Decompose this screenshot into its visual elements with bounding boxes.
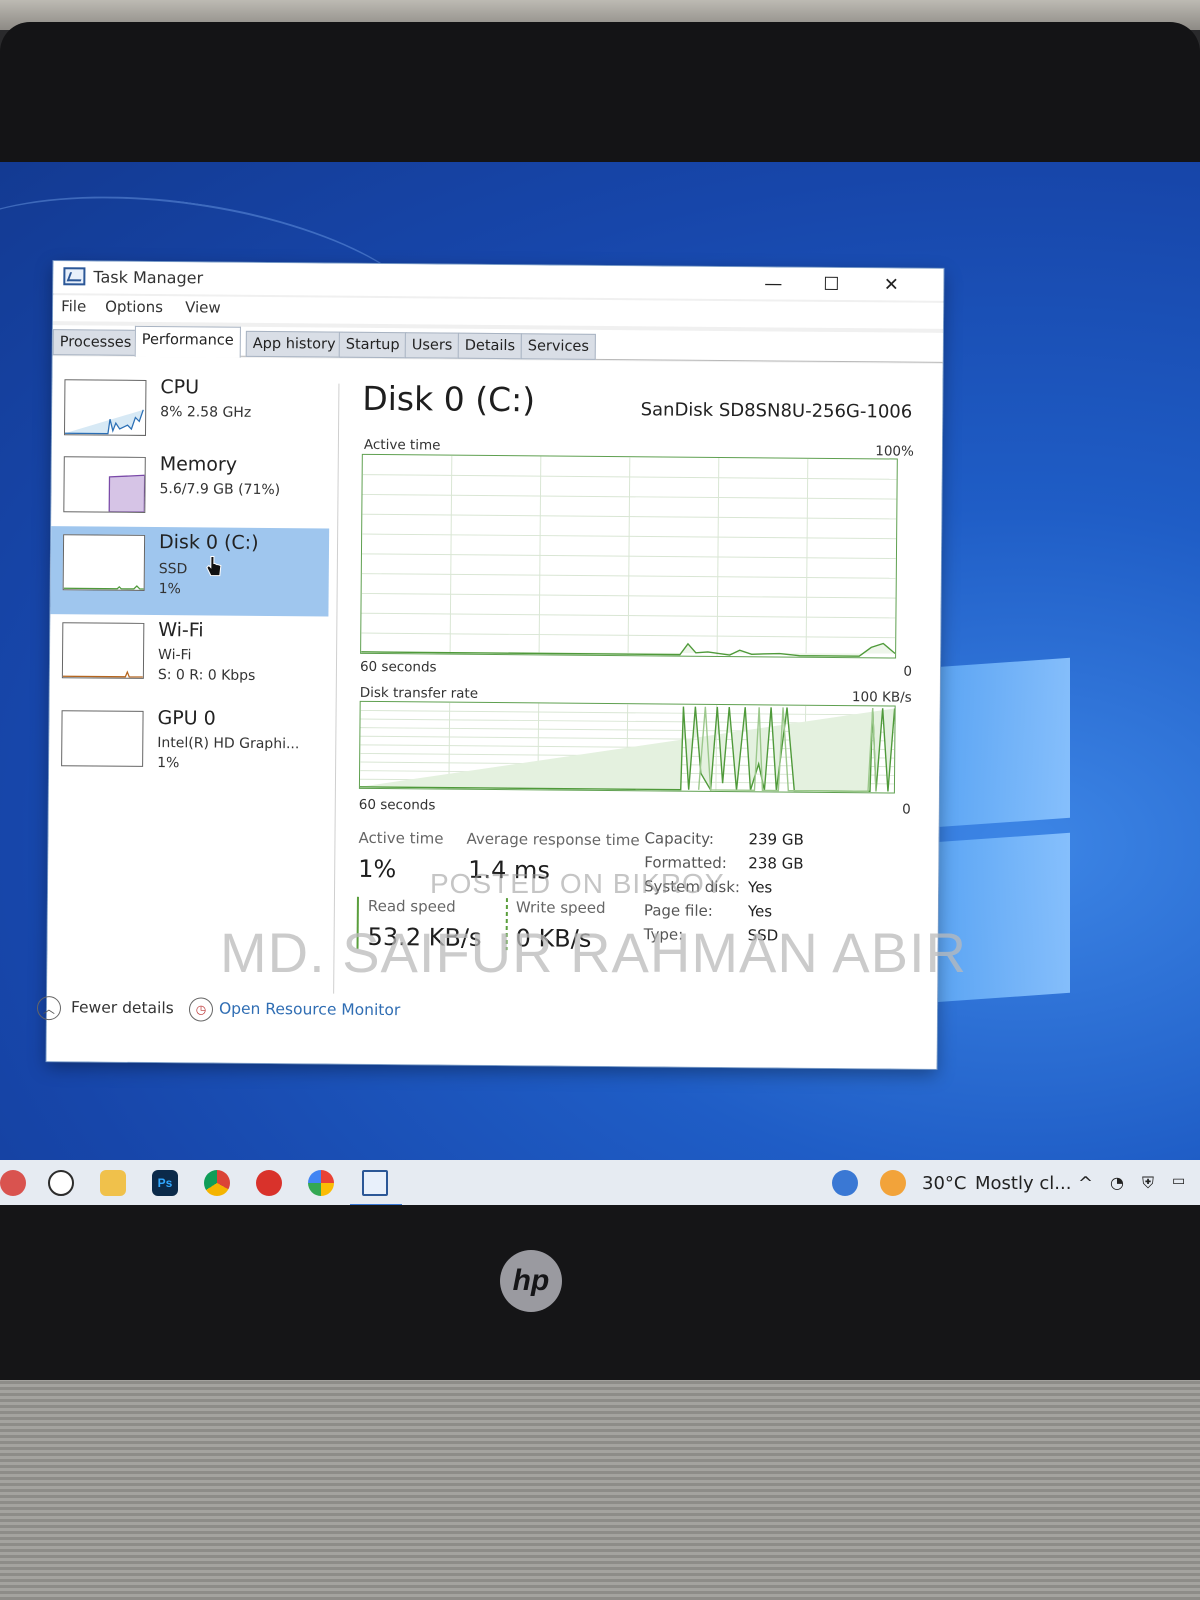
photoshop-icon[interactable]: Ps [152, 1170, 178, 1196]
active-time-label: Active time [358, 828, 444, 848]
active-time-graph-max: 100% [875, 443, 914, 460]
menu-view[interactable]: View [185, 298, 221, 316]
help-icon[interactable] [0, 1170, 26, 1196]
title-bar[interactable]: Task Manager — ☐ ✕ [53, 261, 944, 301]
tab-performance[interactable]: Performance [134, 325, 241, 358]
tab-startup[interactable]: Startup [338, 331, 407, 359]
sidebar-item-label: Wi-Fi [158, 619, 204, 642]
resource-monitor-icon: ◷ [188, 997, 214, 1022]
fewer-details-button[interactable]: Fewer details [71, 998, 174, 1017]
help-tray-icon[interactable] [832, 1170, 858, 1196]
sidebar-item-usage: 1% [158, 581, 181, 598]
tab-services[interactable]: Services [520, 333, 597, 360]
menu-file[interactable]: File [61, 297, 86, 315]
color-app-icon[interactable] [308, 1170, 334, 1196]
sidebar-item-wifi[interactable]: Wi-Fi Wi-Fi S: 0 R: 0 Kbps [50, 614, 329, 704]
page-file-value: Yes [747, 902, 773, 921]
screen-bezel-top [0, 22, 1200, 172]
response-time-label: Average response time [466, 829, 640, 850]
active-time-graph [360, 453, 898, 659]
sidebar-item-detail: Intel(R) HD Graphi... [157, 735, 300, 753]
window-title: Task Manager [93, 267, 204, 288]
write-speed-label: Write speed [515, 898, 606, 917]
taskbar: Ps 30°C Mostly cl... ^ ◔ ⛨ ▭ [0, 1160, 1200, 1208]
memory-thumbnail-graph [63, 456, 146, 513]
capacity-label: Capacity: [644, 829, 715, 848]
sidebar-item-detail: SSD [158, 561, 188, 578]
file-explorer-icon[interactable] [100, 1170, 126, 1196]
screen-bezel-bottom [0, 1205, 1200, 1380]
task-manager-icon[interactable] [362, 1170, 388, 1196]
laptop-speaker-grille [0, 1380, 1200, 1600]
transfer-rate-graph-max: 100 KB/s [851, 689, 912, 706]
maximize-button[interactable]: ☐ [805, 268, 857, 300]
disk-model: SanDisk SD8SN8U-256G-1006 [640, 399, 913, 423]
sidebar-item-detail: Wi-Fi [158, 647, 192, 664]
gpu-thumbnail-graph [61, 710, 144, 767]
hp-logo: hp [500, 1250, 562, 1312]
watermark-posted: POSTED ON BIKROY [430, 868, 725, 899]
page-file-label: Page file: [643, 901, 713, 920]
sidebar-item-label: CPU [160, 376, 200, 399]
tab-users[interactable]: Users [404, 332, 460, 359]
weather-description[interactable]: Mostly cl... [975, 1173, 1071, 1194]
tab-details[interactable]: Details [457, 332, 523, 360]
sidebar-item-label: Disk 0 (C:) [158, 531, 259, 554]
active-time-graph-label: Active time [363, 436, 441, 454]
task-manager-icon [63, 267, 86, 286]
transfer-rate-graph-min: 0 [902, 801, 911, 818]
hand-cursor-icon [206, 556, 222, 577]
transfer-rate-graph-label: Disk transfer rate [359, 684, 479, 702]
chrome-icon[interactable] [204, 1170, 230, 1196]
sidebar-item-label: Memory [159, 453, 238, 476]
capacity-value: 239 GB [748, 830, 804, 849]
sidebar-item-usage: S: 0 R: 0 Kbps [157, 667, 256, 684]
wifi-icon[interactable]: ◔ [1110, 1173, 1124, 1192]
weather-temperature[interactable]: 30°C [922, 1173, 966, 1194]
chevron-up-icon[interactable]: ^ [1078, 1173, 1093, 1194]
tab-app-history[interactable]: App history [245, 330, 343, 358]
sidebar-item-label: GPU 0 [157, 707, 216, 730]
chevron-up-icon[interactable]: ︿ [36, 996, 62, 1021]
cpu-thumbnail-graph [63, 379, 147, 436]
formatted-value: 238 GB [748, 854, 804, 873]
menu-options[interactable]: Options [105, 298, 163, 317]
sidebar-item-memory[interactable]: Memory 5.6/7.9 GB (71%) [51, 448, 330, 538]
wifi-thumbnail-graph [61, 622, 145, 679]
security-icon[interactable]: ⛨ [1142, 1173, 1154, 1193]
menu-bar: File Options View [52, 295, 944, 329]
open-resource-monitor-link[interactable]: Open Resource Monitor [219, 1000, 400, 1020]
active-time-graph-min: 0 [903, 663, 913, 680]
sidebar-item-disk[interactable]: Disk 0 (C:) SSD 1% [50, 526, 330, 617]
disk-thumbnail-graph [62, 534, 146, 591]
system-disk-value: Yes [747, 878, 773, 897]
tab-processes[interactable]: Processes [52, 329, 139, 356]
close-button[interactable]: ✕ [865, 268, 917, 300]
watermark-owner: MD. SAIFUR RAHMAN ABIR [220, 921, 967, 984]
sidebar-item-detail: 8% 2.58 GHz [160, 404, 252, 421]
sidebar-item-gpu[interactable]: GPU 0 Intel(R) HD Graphi... 1% [49, 702, 328, 792]
battery-icon[interactable]: ▭ [1172, 1173, 1185, 1189]
whatsapp-icon[interactable] [48, 1170, 74, 1196]
sidebar-item-usage: 1% [157, 755, 180, 772]
active-time-graph-span: 60 seconds [359, 658, 437, 676]
weather-icon[interactable] [880, 1170, 906, 1196]
active-time-value: 1% [358, 854, 397, 884]
wps-office-icon[interactable] [256, 1170, 282, 1196]
pane-divider[interactable] [333, 383, 340, 994]
transfer-rate-graph-span: 60 seconds [358, 796, 436, 814]
transfer-rate-graph [358, 700, 896, 794]
page-title: Disk 0 (C:) [362, 378, 536, 420]
minimize-button[interactable]: — [747, 267, 799, 299]
sidebar-item-detail: 5.6/7.9 GB (71%) [159, 481, 281, 499]
